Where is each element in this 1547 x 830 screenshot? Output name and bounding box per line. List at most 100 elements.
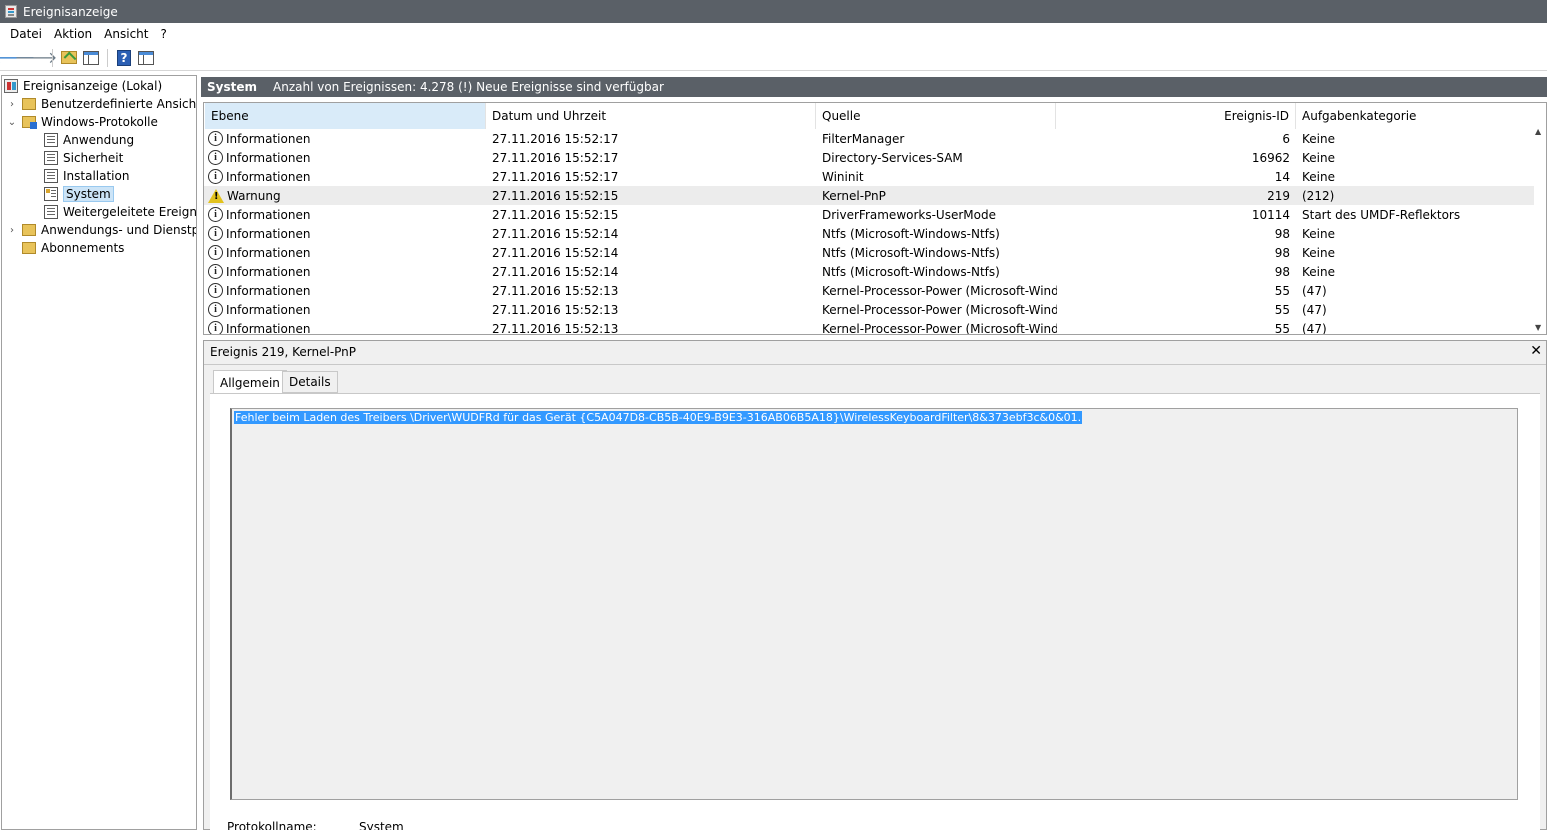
property-label-log-name: Protokollname: (227, 820, 317, 830)
tab-allgemein[interactable]: Allgemein (213, 370, 287, 394)
close-icon[interactable]: ✕ (1530, 343, 1542, 359)
cell-datetime: 27.11.2016 15:52:13 (492, 302, 619, 317)
cell-datetime: 27.11.2016 15:52:17 (492, 131, 619, 146)
tree-item-system[interactable]: System (44, 185, 114, 203)
help-button[interactable]: ? (114, 48, 134, 68)
event-table-scrollbar[interactable]: ▲ ▼ (1534, 103, 1546, 334)
menu-ansicht[interactable]: Ansicht (98, 27, 154, 41)
level-text: Informationen (226, 245, 311, 260)
table-row[interactable]: i Informationen 27.11.2016 15:52:15 DriverF… (204, 205, 1534, 224)
info-icon: i (208, 264, 223, 279)
table-row[interactable]: Warnung 27.11.2016 15:52:15 Kernel-PnP 219 (… (204, 186, 1534, 205)
up-level-button[interactable] (59, 48, 79, 68)
column-header-source[interactable]: Quelle (816, 103, 1056, 129)
show-hide-tree-icon (83, 50, 99, 65)
level-text: Informationen (226, 264, 311, 279)
menu-aktion[interactable]: Aktion (48, 27, 98, 41)
tree-item-root[interactable]: Ereignisanzeige (Lokal) (4, 77, 162, 95)
cell-event-id: 98 (1274, 226, 1290, 241)
scroll-up-icon[interactable]: ▲ (1535, 127, 1541, 136)
log-icon (44, 169, 58, 183)
tree-item-label: Anwendungs- und Dienstprotokolle (41, 223, 196, 237)
tree-item-subscriptions[interactable]: Abonnements (22, 239, 124, 257)
tree-item-anwendung[interactable]: Anwendung (44, 131, 134, 149)
tree-item-sicherheit[interactable]: Sicherheit (44, 149, 123, 167)
scroll-down-icon[interactable]: ▼ (1535, 323, 1541, 332)
forward-button[interactable]: 🡒 (15, 48, 58, 68)
level-text: Informationen (226, 207, 311, 222)
table-row[interactable]: i Informationen 27.11.2016 15:52:13 Kernel-… (204, 281, 1534, 300)
tab-details[interactable]: Details (282, 371, 338, 393)
tree-item-label: Windows-Protokolle (41, 115, 158, 129)
chevron-down-icon[interactable]: ⌄ (6, 117, 18, 128)
chevron-right-icon[interactable]: › (6, 225, 18, 236)
event-detail-title: Ereignis 219, Kernel-PnP (210, 345, 357, 359)
cell-level: i Informationen (208, 319, 483, 335)
info-icon: i (208, 283, 223, 298)
column-header-event-id[interactable]: Ereignis-ID (1056, 103, 1296, 129)
log-header: System Anzahl von Ereignissen: 4.278 (!)… (201, 77, 1547, 97)
menu-datei[interactable]: Datei (4, 27, 48, 41)
cell-event-id: 55 (1274, 283, 1290, 298)
chevron-right-icon[interactable]: › (6, 99, 18, 110)
info-icon: i (208, 321, 223, 334)
cell-level: i Informationen (208, 224, 483, 243)
column-header-level[interactable]: Ebene (205, 103, 486, 129)
cell-level: i Informationen (208, 167, 483, 186)
tree-item-custom-views[interactable]: › Benutzerdefinierte Ansichten (6, 95, 196, 113)
cell-source: Ntfs (Microsoft-Windows-Ntfs) (822, 264, 1000, 279)
log-title: System (207, 80, 257, 94)
tree-item-label: Weitergeleitete Ereignisse (63, 205, 197, 219)
tree-item-app-services-logs[interactable]: › Anwendungs- und Dienstprotokolle (6, 221, 196, 239)
menu-help[interactable]: ? (154, 27, 172, 41)
tree-item-forwarded-events[interactable]: Weitergeleitete Ereignisse (44, 203, 197, 221)
level-text: Informationen (226, 283, 311, 298)
folder-icon (22, 98, 36, 110)
system-log-icon (44, 187, 58, 201)
cell-task-category: Keine (1302, 169, 1335, 184)
table-row[interactable]: i Informationen 27.11.2016 15:52:14 Ntfs (M… (204, 262, 1534, 281)
cell-task-category: Keine (1302, 131, 1335, 146)
table-row[interactable]: i Informationen 27.11.2016 15:52:17 Wininit… (204, 167, 1534, 186)
show-hide-tree-button[interactable] (81, 48, 101, 68)
tree-item-windows-logs[interactable]: ⌄ Windows-Protokolle (6, 113, 158, 131)
cell-event-id: 98 (1274, 245, 1290, 260)
log-icon (44, 151, 58, 165)
info-icon: i (208, 131, 223, 146)
tree-item-installation[interactable]: Installation (44, 167, 129, 185)
level-text: Informationen (226, 321, 311, 335)
property-value-log-name: System (359, 820, 404, 830)
cell-datetime: 27.11.2016 15:52:15 (492, 207, 619, 222)
cell-level: i Informationen (208, 148, 483, 167)
cell-task-category: Keine (1302, 150, 1335, 165)
table-row[interactable]: i Informationen 27.11.2016 15:52:17 Directo… (204, 148, 1534, 167)
cell-source: FilterManager (822, 131, 905, 146)
cell-source: DriverFrameworks-UserMode (822, 207, 996, 222)
show-hide-action-pane-button[interactable] (136, 48, 156, 68)
table-row[interactable]: i Informationen 27.11.2016 15:52:17 FilterM… (204, 129, 1534, 148)
info-icon: i (208, 150, 223, 165)
level-text: Informationen (226, 169, 311, 184)
column-header-datetime[interactable]: Datum und Uhrzeit (486, 103, 816, 129)
windows-logs-folder-icon (22, 116, 37, 129)
cell-datetime: 27.11.2016 15:52:13 (492, 321, 619, 335)
cell-source: Wininit (822, 169, 864, 184)
column-header-task-category[interactable]: Aufgabenkategorie (1296, 103, 1536, 129)
table-row[interactable]: i Informationen 27.11.2016 15:52:14 Ntfs (M… (204, 224, 1534, 243)
tree-item-label: Sicherheit (63, 151, 124, 165)
cell-source: Kernel-Processor-Power (Microsoft-Wind..… (822, 321, 1057, 335)
cell-task-category: (47) (1302, 302, 1327, 317)
cell-event-id: 55 (1274, 302, 1290, 317)
cell-task-category: (47) (1302, 283, 1327, 298)
event-message-text[interactable]: Fehler beim Laden des Treibers \Driver\W… (234, 411, 1083, 424)
window-title: Ereignisanzeige (23, 4, 118, 19)
event-message-box[interactable]: Fehler beim Laden des Treibers \Driver\W… (230, 408, 1518, 800)
info-icon: i (208, 226, 223, 241)
table-row[interactable]: i Informationen 27.11.2016 15:52:13 Kernel-… (204, 300, 1534, 319)
toolbar-separator (52, 48, 53, 67)
event-table: Ebene Datum und Uhrzeit Quelle Ereignis-… (203, 102, 1547, 335)
table-row[interactable]: i Informationen 27.11.2016 15:52:14 Ntfs (M… (204, 243, 1534, 262)
cell-source: Kernel-Processor-Power (Microsoft-Wind..… (822, 302, 1057, 317)
table-row[interactable]: i Informationen 27.11.2016 15:52:13 Kernel-… (204, 319, 1534, 335)
tree-item-label: Ereignisanzeige (Lokal) (23, 79, 163, 93)
